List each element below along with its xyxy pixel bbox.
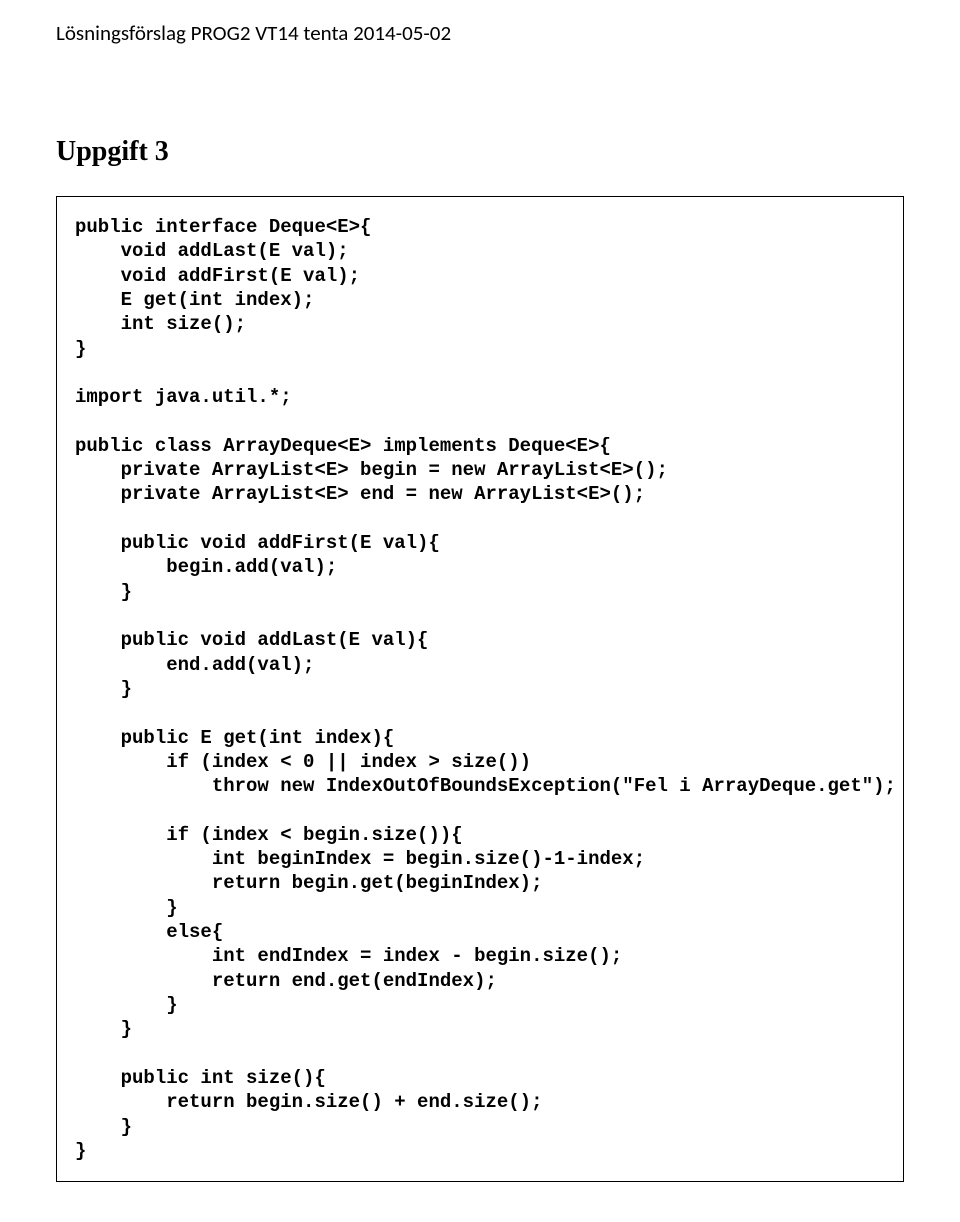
page-header: Lösningsförslag PROG2 VT14 tenta 2014-05…: [56, 20, 904, 46]
code-block: public interface Deque<E>{ void addLast(…: [56, 196, 904, 1182]
page: Lösningsförslag PROG2 VT14 tenta 2014-05…: [0, 0, 960, 1222]
task-title: Uppgift 3: [56, 136, 904, 168]
